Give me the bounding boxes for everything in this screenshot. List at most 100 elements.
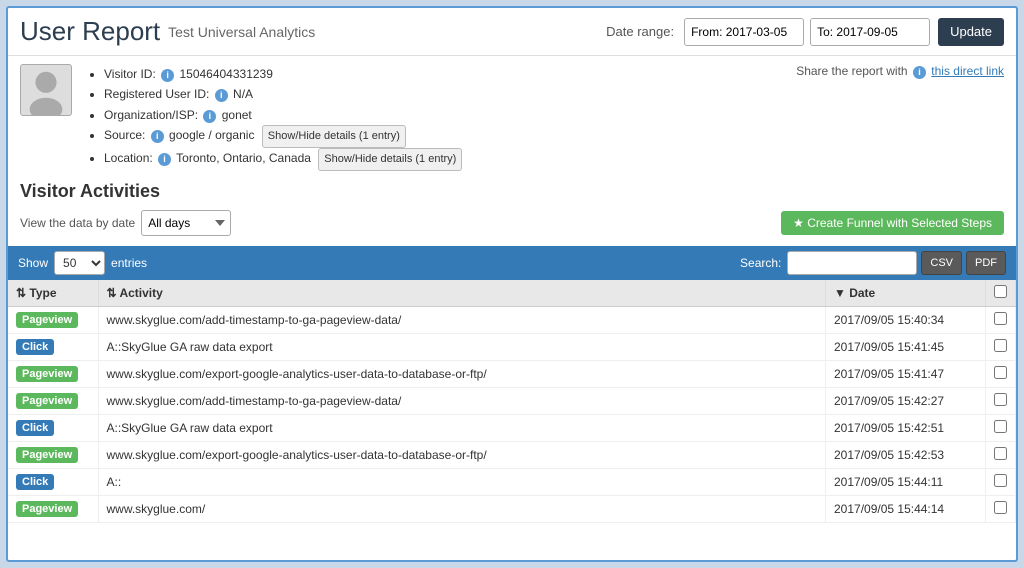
row-checkbox[interactable] xyxy=(994,420,1007,433)
cell-type: Click xyxy=(8,414,98,441)
create-funnel-button[interactable]: ★ Create Funnel with Selected Steps xyxy=(781,211,1004,235)
cell-activity: A::SkyGlue GA raw data export xyxy=(98,333,826,360)
row-checkbox[interactable] xyxy=(994,339,1007,352)
page-title: User Report xyxy=(20,16,160,47)
cell-checkbox[interactable] xyxy=(986,306,1016,333)
show-entries-select[interactable]: 10 25 50 100 xyxy=(54,251,105,275)
col-type-label: ⇅ Type xyxy=(16,286,57,300)
cell-activity: www.skyglue.com/add-timestamp-to-ga-page… xyxy=(98,306,826,333)
visitor-id-info-icon[interactable]: i xyxy=(161,69,174,82)
user-info-section: Visitor ID: i 15046404331239 Registered … xyxy=(8,56,1016,175)
row-checkbox[interactable] xyxy=(994,393,1007,406)
cell-checkbox[interactable] xyxy=(986,414,1016,441)
cell-activity: www.skyglue.com/add-timestamp-to-ga-page… xyxy=(98,387,826,414)
table-header: ⇅ Type ⇅ Activity ▼ Date xyxy=(8,280,1016,307)
visitor-id-label: Visitor ID: xyxy=(104,67,159,81)
col-checkbox-header[interactable] xyxy=(986,280,1016,307)
org-isp-label: Organization/ISP: xyxy=(104,108,201,122)
row-checkbox[interactable] xyxy=(994,312,1007,325)
type-badge: Pageview xyxy=(16,393,78,409)
col-date[interactable]: ▼ Date xyxy=(826,280,986,307)
cell-date: 2017/09/05 15:42:27 xyxy=(826,387,986,414)
cell-checkbox[interactable] xyxy=(986,360,1016,387)
visitor-id-value: 15046404331239 xyxy=(179,67,272,81)
location-label: Location: xyxy=(104,151,156,165)
cell-checkbox[interactable] xyxy=(986,441,1016,468)
col-date-label: ▼ Date xyxy=(834,286,875,300)
cell-date: 2017/09/05 15:44:11 xyxy=(826,468,986,495)
table-row: Pageview www.skyglue.com/export-google-an… xyxy=(8,360,1016,387)
col-activity-label: ⇅ Activity xyxy=(107,286,163,300)
cell-date: 2017/09/05 15:41:47 xyxy=(826,360,986,387)
cell-type: Click xyxy=(8,468,98,495)
activities-title: Visitor Activities xyxy=(20,181,1004,202)
cell-activity: A:: xyxy=(98,468,826,495)
search-input[interactable] xyxy=(787,251,917,275)
filter-left: View the data by date All days Today Yes… xyxy=(20,210,231,236)
type-badge: Pageview xyxy=(16,447,78,463)
cell-activity: www.skyglue.com/export-google-analytics-… xyxy=(98,360,826,387)
avatar xyxy=(20,64,72,116)
cell-checkbox[interactable] xyxy=(986,495,1016,522)
user-details: Visitor ID: i 15046404331239 Registered … xyxy=(86,64,796,171)
show-label: Show xyxy=(18,256,48,270)
cell-type: Pageview xyxy=(8,441,98,468)
cell-checkbox[interactable] xyxy=(986,468,1016,495)
date-range-label: Date range: xyxy=(606,24,674,39)
cell-checkbox[interactable] xyxy=(986,333,1016,360)
col-activity[interactable]: ⇅ Activity xyxy=(98,280,826,307)
visitor-id-item: Visitor ID: i 15046404331239 xyxy=(104,64,796,84)
source-value: google / organic xyxy=(169,128,254,142)
type-badge: Click xyxy=(16,474,54,490)
source-item: Source: i google / organic Show/Hide det… xyxy=(104,125,796,148)
update-button[interactable]: Update xyxy=(938,18,1004,46)
row-checkbox[interactable] xyxy=(994,501,1007,514)
type-badge: Pageview xyxy=(16,366,78,382)
row-checkbox[interactable] xyxy=(994,474,1007,487)
main-container: User Report Test Universal Analytics Dat… xyxy=(6,6,1018,562)
cell-date: 2017/09/05 15:44:14 xyxy=(826,495,986,522)
date-filter-select[interactable]: All days Today Yesterday Last 7 days xyxy=(141,210,231,236)
header: User Report Test Universal Analytics Dat… xyxy=(8,8,1016,56)
cell-date: 2017/09/05 15:40:34 xyxy=(826,306,986,333)
registered-user-info-icon[interactable]: i xyxy=(215,89,228,102)
location-show-hide-btn[interactable]: Show/Hide details (1 entry) xyxy=(318,148,462,171)
select-all-checkbox[interactable] xyxy=(994,285,1007,298)
table-row: Click A::2017/09/05 15:44:11 xyxy=(8,468,1016,495)
table-controls: Show 10 25 50 100 entries Search: CSV PD… xyxy=(8,246,1016,280)
org-isp-value: gonet xyxy=(222,108,252,122)
cell-type: Pageview xyxy=(8,387,98,414)
cell-checkbox[interactable] xyxy=(986,387,1016,414)
cell-date: 2017/09/05 15:42:53 xyxy=(826,441,986,468)
registered-user-value: N/A xyxy=(233,87,253,101)
filter-row: View the data by date All days Today Yes… xyxy=(20,210,1004,236)
table-wrapper[interactable]: ⇅ Type ⇅ Activity ▼ Date Pageview www.sky… xyxy=(8,280,1016,560)
cell-activity: A::SkyGlue GA raw data export xyxy=(98,414,826,441)
share-link[interactable]: this direct link xyxy=(931,64,1004,78)
registered-user-item: Registered User ID: i N/A xyxy=(104,84,796,104)
from-date-input[interactable] xyxy=(684,18,804,46)
source-info-icon[interactable]: i xyxy=(151,130,164,143)
cell-type: Pageview xyxy=(8,495,98,522)
pdf-button[interactable]: PDF xyxy=(966,251,1006,275)
type-badge: Pageview xyxy=(16,501,78,517)
row-checkbox[interactable] xyxy=(994,366,1007,379)
share-info-icon[interactable]: i xyxy=(913,66,926,79)
location-value: Toronto, Ontario, Canada xyxy=(176,151,311,165)
source-show-hide-btn[interactable]: Show/Hide details (1 entry) xyxy=(262,125,406,148)
registered-user-label: Registered User ID: xyxy=(104,87,213,101)
to-date-input[interactable] xyxy=(810,18,930,46)
location-info-icon[interactable]: i xyxy=(158,153,171,166)
col-type[interactable]: ⇅ Type xyxy=(8,280,98,307)
cell-date: 2017/09/05 15:42:51 xyxy=(826,414,986,441)
table-row: Pageview www.skyglue.com/add-timestamp-to… xyxy=(8,387,1016,414)
table-row: Pageviewwww.skyglue.com/export-google-an… xyxy=(8,441,1016,468)
type-badge: Click xyxy=(16,420,54,436)
type-badge: Click xyxy=(16,339,54,355)
row-checkbox[interactable] xyxy=(994,447,1007,460)
cell-type: Pageview xyxy=(8,360,98,387)
csv-button[interactable]: CSV xyxy=(921,251,962,275)
type-badge: Pageview xyxy=(16,312,78,328)
share-label: Share the report with xyxy=(796,64,907,78)
org-isp-info-icon[interactable]: i xyxy=(203,110,216,123)
